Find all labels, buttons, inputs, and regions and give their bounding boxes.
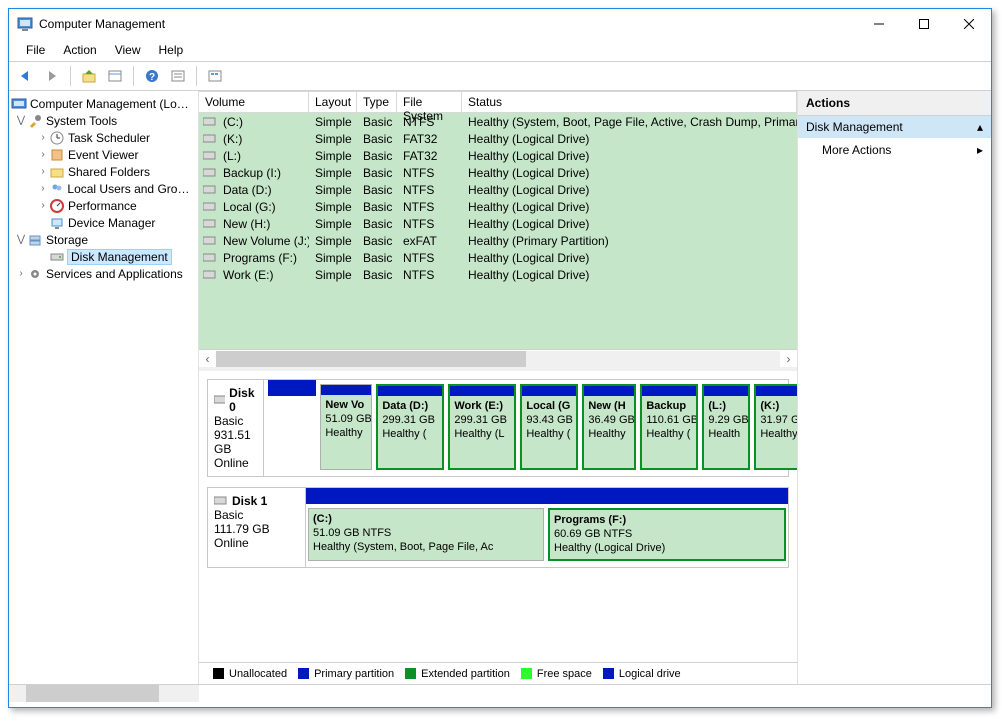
tree-shared-folders[interactable]: ›Shared Folders [9,163,198,180]
device-icon [49,215,65,231]
legend: Unallocated Primary partition Extended par… [199,662,797,684]
scroll-right-arrow[interactable]: › [780,351,797,367]
volume-row[interactable]: Work (E:)SimpleBasicNTFSHealthy (Logical… [199,266,797,283]
titlebar[interactable]: Computer Management [9,9,991,39]
partition[interactable]: Data (D:)299.31 GBHealthy ( [376,384,444,470]
menu-file[interactable]: File [17,40,54,60]
tree-hscrollbar[interactable] [9,685,199,702]
volume-list-header[interactable]: Volume Layout Type File System Status [199,91,797,113]
volume-row[interactable]: Programs (F:)SimpleBasicNTFSHealthy (Log… [199,249,797,266]
properties-button[interactable] [104,65,126,87]
tree-system-tools[interactable]: ⋁System Tools [9,112,198,129]
perf-icon [49,198,65,214]
actions-pane: Actions Disk Management ▴ More Actions ▸ [798,91,991,684]
services-icon [27,266,43,282]
partition[interactable]: New Vo51.09 GBHealthy [320,384,372,470]
partition[interactable]: Programs (F:)60.69 GB NTFSHealthy (Logic… [548,508,786,561]
computer-management-window: Computer Management File Action View Hel… [8,8,992,708]
actions-header: Actions [798,91,991,116]
help-button[interactable]: ? [141,65,163,87]
legend-label: Unallocated [229,668,287,680]
toolbar: ? [9,61,991,91]
tree-storage[interactable]: ⋁Storage [9,231,198,248]
disk-row[interactable]: Disk 1Basic111.79 GBOnline(C:)51.09 GB N… [207,487,789,568]
legend-swatch [603,668,614,679]
app-icon [17,16,33,32]
event-icon [49,147,65,163]
statusbar [9,685,991,707]
volume-row[interactable]: (K:)SimpleBasicFAT32Healthy (Logical Dri… [199,130,797,147]
clock-icon [49,130,65,146]
menu-help[interactable]: Help [150,40,193,60]
volume-hscrollbar[interactable]: ‹ › [199,349,797,367]
tree-device-manager[interactable]: Device Manager [9,214,198,231]
window-title: Computer Management [39,17,165,31]
volume-row[interactable]: New Volume (J:)SimpleBasicexFATHealthy (… [199,232,797,249]
col-layout[interactable]: Layout [309,91,357,113]
computer-icon [11,96,27,112]
legend-label: Extended partition [421,668,510,680]
view-list-button[interactable] [167,65,189,87]
chevron-right-icon: ▸ [977,143,983,157]
folder-icon [49,164,65,180]
volume-row[interactable]: (C:)SimpleBasicNTFSHealthy (System, Boot… [199,113,797,130]
col-status[interactable]: Status [462,91,797,113]
partition[interactable]: Local (G93.43 GBHealthy ( [520,384,578,470]
actions-section[interactable]: Disk Management ▴ [798,116,991,138]
tree-services-apps[interactable]: ›Services and Applications [9,265,198,282]
maximize-button[interactable] [901,10,946,38]
tree-disk-management[interactable]: Disk Management [9,248,198,265]
svg-text:?: ? [149,72,155,83]
legend-swatch [298,668,309,679]
menubar: File Action View Help [9,39,991,61]
partition[interactable]: New (H36.49 GBHealthy [582,384,636,470]
volume-row[interactable]: New (H:)SimpleBasicNTFSHealthy (Logical … [199,215,797,232]
close-button[interactable] [946,10,991,38]
users-icon [49,181,65,197]
legend-swatch [213,668,224,679]
col-filesystem[interactable]: File System [397,91,462,113]
partition[interactable]: (L:)9.29 GBHealth [702,384,750,470]
legend-swatch [405,668,416,679]
menu-view[interactable]: View [106,40,150,60]
up-button[interactable] [78,65,100,87]
scroll-thumb[interactable] [216,351,526,367]
tree-performance[interactable]: ›Performance [9,197,198,214]
legend-swatch [521,668,532,679]
actions-more[interactable]: More Actions ▸ [798,138,991,162]
volume-row[interactable]: Local (G:)SimpleBasicNTFSHealthy (Logica… [199,198,797,215]
legend-label: Logical drive [619,668,681,680]
volume-list[interactable]: Volume Layout Type File System Status (C… [199,91,797,371]
tools-icon [27,113,43,129]
partition[interactable]: Work (E:)299.31 GBHealthy (L [448,384,516,470]
col-type[interactable]: Type [357,91,397,113]
menu-action[interactable]: Action [54,40,105,60]
volume-row[interactable]: Data (D:)SimpleBasicNTFSHealthy (Logical… [199,181,797,198]
legend-label: Free space [537,668,592,680]
tree-task-scheduler[interactable]: ›Task Scheduler [9,129,198,146]
nav-tree[interactable]: Computer Management (Local) ⋁System Tool… [9,91,199,684]
disk-row[interactable]: Disk 0Basic931.51 GBOnlineNew Vo51.09 GB… [207,379,789,477]
scroll-left-arrow[interactable]: ‹ [199,351,216,367]
content-pane: Volume Layout Type File System Status (C… [199,91,798,684]
col-volume[interactable]: Volume [199,91,309,113]
tree-local-users[interactable]: ›Local Users and Groups [9,180,198,197]
tree-root[interactable]: Computer Management (Local) [9,95,198,112]
partition[interactable]: Backup110.61 GBHealthy ( [640,384,698,470]
settings-button[interactable] [204,65,226,87]
back-button[interactable] [15,65,37,87]
disk-icon [49,249,65,265]
storage-icon [27,232,43,248]
minimize-button[interactable] [856,10,901,38]
volume-row[interactable]: (L:)SimpleBasicFAT32Healthy (Logical Dri… [199,147,797,164]
collapse-icon: ▴ [977,120,983,134]
partition[interactable]: (K:)31.97 GHealthy [754,384,797,470]
partition[interactable]: (C:)51.09 GB NTFSHealthy (System, Boot, … [308,508,544,561]
legend-label: Primary partition [314,668,394,680]
tree-event-viewer[interactable]: ›Event Viewer [9,146,198,163]
forward-button[interactable] [41,65,63,87]
volume-row[interactable]: Backup (I:)SimpleBasicNTFSHealthy (Logic… [199,164,797,181]
disk-graphical-view[interactable]: Disk 0Basic931.51 GBOnlineNew Vo51.09 GB… [199,371,797,662]
